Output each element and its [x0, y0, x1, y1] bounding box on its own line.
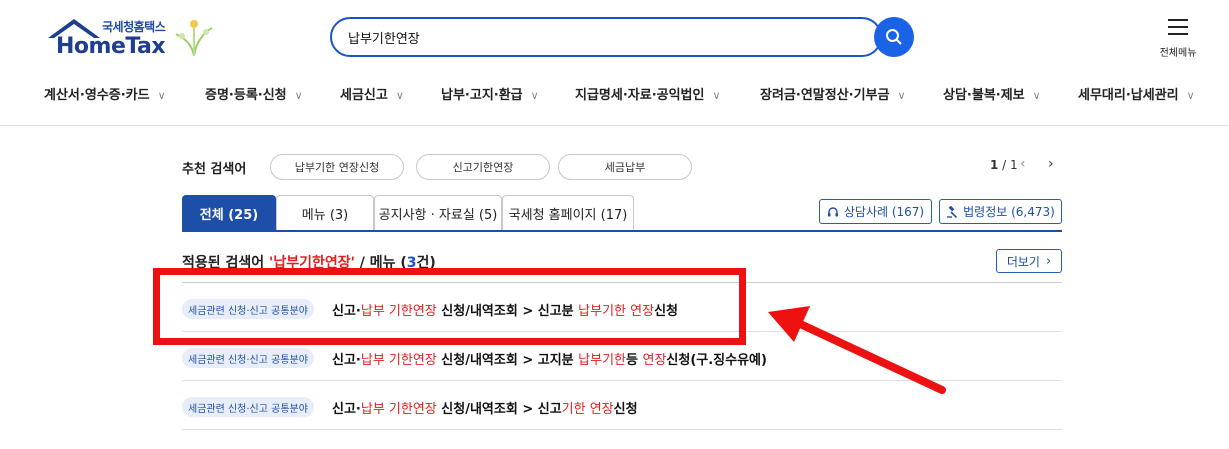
gnb-item-invoice[interactable]: 계산서·영수증·카드 ∨	[44, 84, 166, 103]
hamburger-icon	[1168, 19, 1188, 35]
result-text-segment: 신고·	[332, 402, 361, 417]
chevron-down-icon: ∨	[395, 89, 404, 102]
tab-nts-homepage[interactable]: 국세청 홈페이지 (17)	[502, 195, 634, 231]
chevron-right-icon: ›	[1045, 253, 1052, 269]
chevron-down-icon: ∨	[1186, 89, 1195, 102]
result-text-segment: 신청(구.징수유예)	[666, 353, 767, 368]
result-text-segment: 신청	[654, 304, 678, 319]
result-row[interactable]: 세금관련 신청·신고 공통분야 신고·납부 기한연장 신청/내역조회 > 신고기…	[182, 382, 1062, 430]
result-text-segment: 신고·	[332, 353, 361, 368]
recommend-title: 추천 검색어	[182, 162, 247, 177]
result-text-segment: 신청/내역조회 > 신고분	[436, 304, 579, 319]
result-row[interactable]: 세금관련 신청·신고 공통분야 신고·납부 기한연장 신청/내역조회 > 신고분…	[182, 284, 1062, 332]
recommend-chip[interactable]: 세금납부	[558, 154, 692, 180]
category-badge: 세금관련 신청·신고 공통분야	[182, 299, 314, 319]
tab-menu[interactable]: 메뉴 (3)	[276, 195, 374, 231]
chevron-down-icon: ∨	[530, 89, 539, 102]
tab-notice[interactable]: 공지사항 · 자료실 (5)	[374, 195, 502, 231]
result-row[interactable]: 세금관련 신청·신고 공통분야 신고·납부 기한연장 신청/내역조회 > 고지분…	[182, 333, 1062, 381]
result-link[interactable]: 신고·납부 기한연장 신청/내역조회 > 신고분 납부기한 연장신청	[332, 300, 678, 319]
category-badge: 세금관련 신청·신고 공통분야	[182, 397, 314, 417]
search-box	[330, 17, 882, 57]
gnb-item-statement[interactable]: 지급명세·자료·공익법인 ∨	[575, 84, 721, 103]
logo-title: HomeTax	[56, 34, 166, 59]
consult-cases-button[interactable]: 상담사례 (167)	[819, 199, 932, 224]
result-text-segment: 등	[626, 353, 643, 368]
gnb-item-payment[interactable]: 납부·고지·환급 ∨	[441, 84, 539, 103]
recommend-chip[interactable]: 납부기한 연장신청	[270, 154, 404, 180]
chevron-down-icon: ∨	[1032, 89, 1041, 102]
category-badge: 세금관련 신청·신고 공통분야	[182, 348, 314, 368]
recommend-pager: 1 / 1	[990, 158, 1018, 172]
highlighted-keyword: 납부기한 연장	[578, 304, 655, 319]
result-divider	[182, 282, 1062, 283]
highlighted-keyword: 납부 기한연장	[360, 304, 437, 319]
highlighted-keyword: 납부 기한연장	[360, 402, 437, 417]
highlighted-keyword: 납부 기한연장	[360, 353, 437, 368]
search-input[interactable]	[348, 27, 848, 47]
plant-icon	[175, 20, 213, 57]
more-button[interactable]: 더보기 ›	[996, 249, 1062, 273]
chevron-left-icon[interactable]: ‹	[1020, 156, 1026, 172]
chevron-right-icon[interactable]: ›	[1048, 156, 1054, 172]
gnb-item-certificate[interactable]: 증명·등록·신청 ∨	[205, 84, 303, 103]
result-text-segment: 신청/내역조회 > 신고	[436, 402, 562, 417]
gavel-icon	[947, 205, 958, 218]
chevron-down-icon: ∨	[157, 89, 166, 102]
headset-icon	[827, 206, 838, 216]
highlighted-keyword: 납부기한	[578, 353, 626, 368]
gnb-item-incentive[interactable]: 장려금·연말정산·기부금 ∨	[760, 84, 906, 103]
search-button[interactable]	[874, 17, 914, 57]
chevron-down-icon: ∨	[712, 89, 721, 102]
search-icon	[886, 29, 902, 45]
all-menu-button[interactable]: 전체메뉴	[1152, 16, 1204, 60]
result-text-segment: 신청	[613, 402, 638, 417]
tab-all[interactable]: 전체 (25)	[182, 195, 276, 231]
header-divider	[0, 125, 1229, 126]
highlighted-keyword: 연장	[642, 353, 667, 368]
hometax-logo[interactable]: 국세청홈택스 HomeTax	[44, 16, 219, 62]
result-title: 적용된 검색어 '납부기한연장' / 메뉴 (3건)	[182, 255, 436, 271]
logo-subtitle: 국세청홈택스	[102, 20, 166, 34]
result-link[interactable]: 신고·납부 기한연장 신청/내역조회 > 신고기한 연장신청	[332, 398, 638, 417]
gnb-item-consult[interactable]: 상담·불복·제보 ∨	[943, 84, 1041, 103]
chevron-down-icon: ∨	[897, 89, 906, 102]
gnb-item-agent[interactable]: 세무대리·납세관리 ∨	[1078, 84, 1195, 103]
result-link[interactable]: 신고·납부 기한연장 신청/내역조회 > 고지분 납부기한등 연장신청(구.징수…	[332, 349, 767, 368]
law-info-button[interactable]: 법령정보 (6,473)	[939, 199, 1062, 224]
recommend-chip[interactable]: 신고기한연장	[416, 154, 550, 180]
tab-underline	[182, 230, 1062, 232]
result-text-segment: 신청/내역조회 > 고지분	[436, 353, 579, 368]
gnb-item-tax-report[interactable]: 세금신고 ∨	[340, 84, 404, 103]
all-menu-label: 전체메뉴	[1159, 48, 1197, 59]
main-navigation: 계산서·영수증·카드 ∨ 증명·등록·신청 ∨ 세금신고 ∨ 납부·고지·환급 ∨ 지급…	[0, 78, 1229, 108]
highlighted-keyword: 기한 연장	[561, 402, 614, 417]
result-text-segment: 신고·	[332, 304, 361, 319]
chevron-down-icon: ∨	[294, 89, 303, 102]
